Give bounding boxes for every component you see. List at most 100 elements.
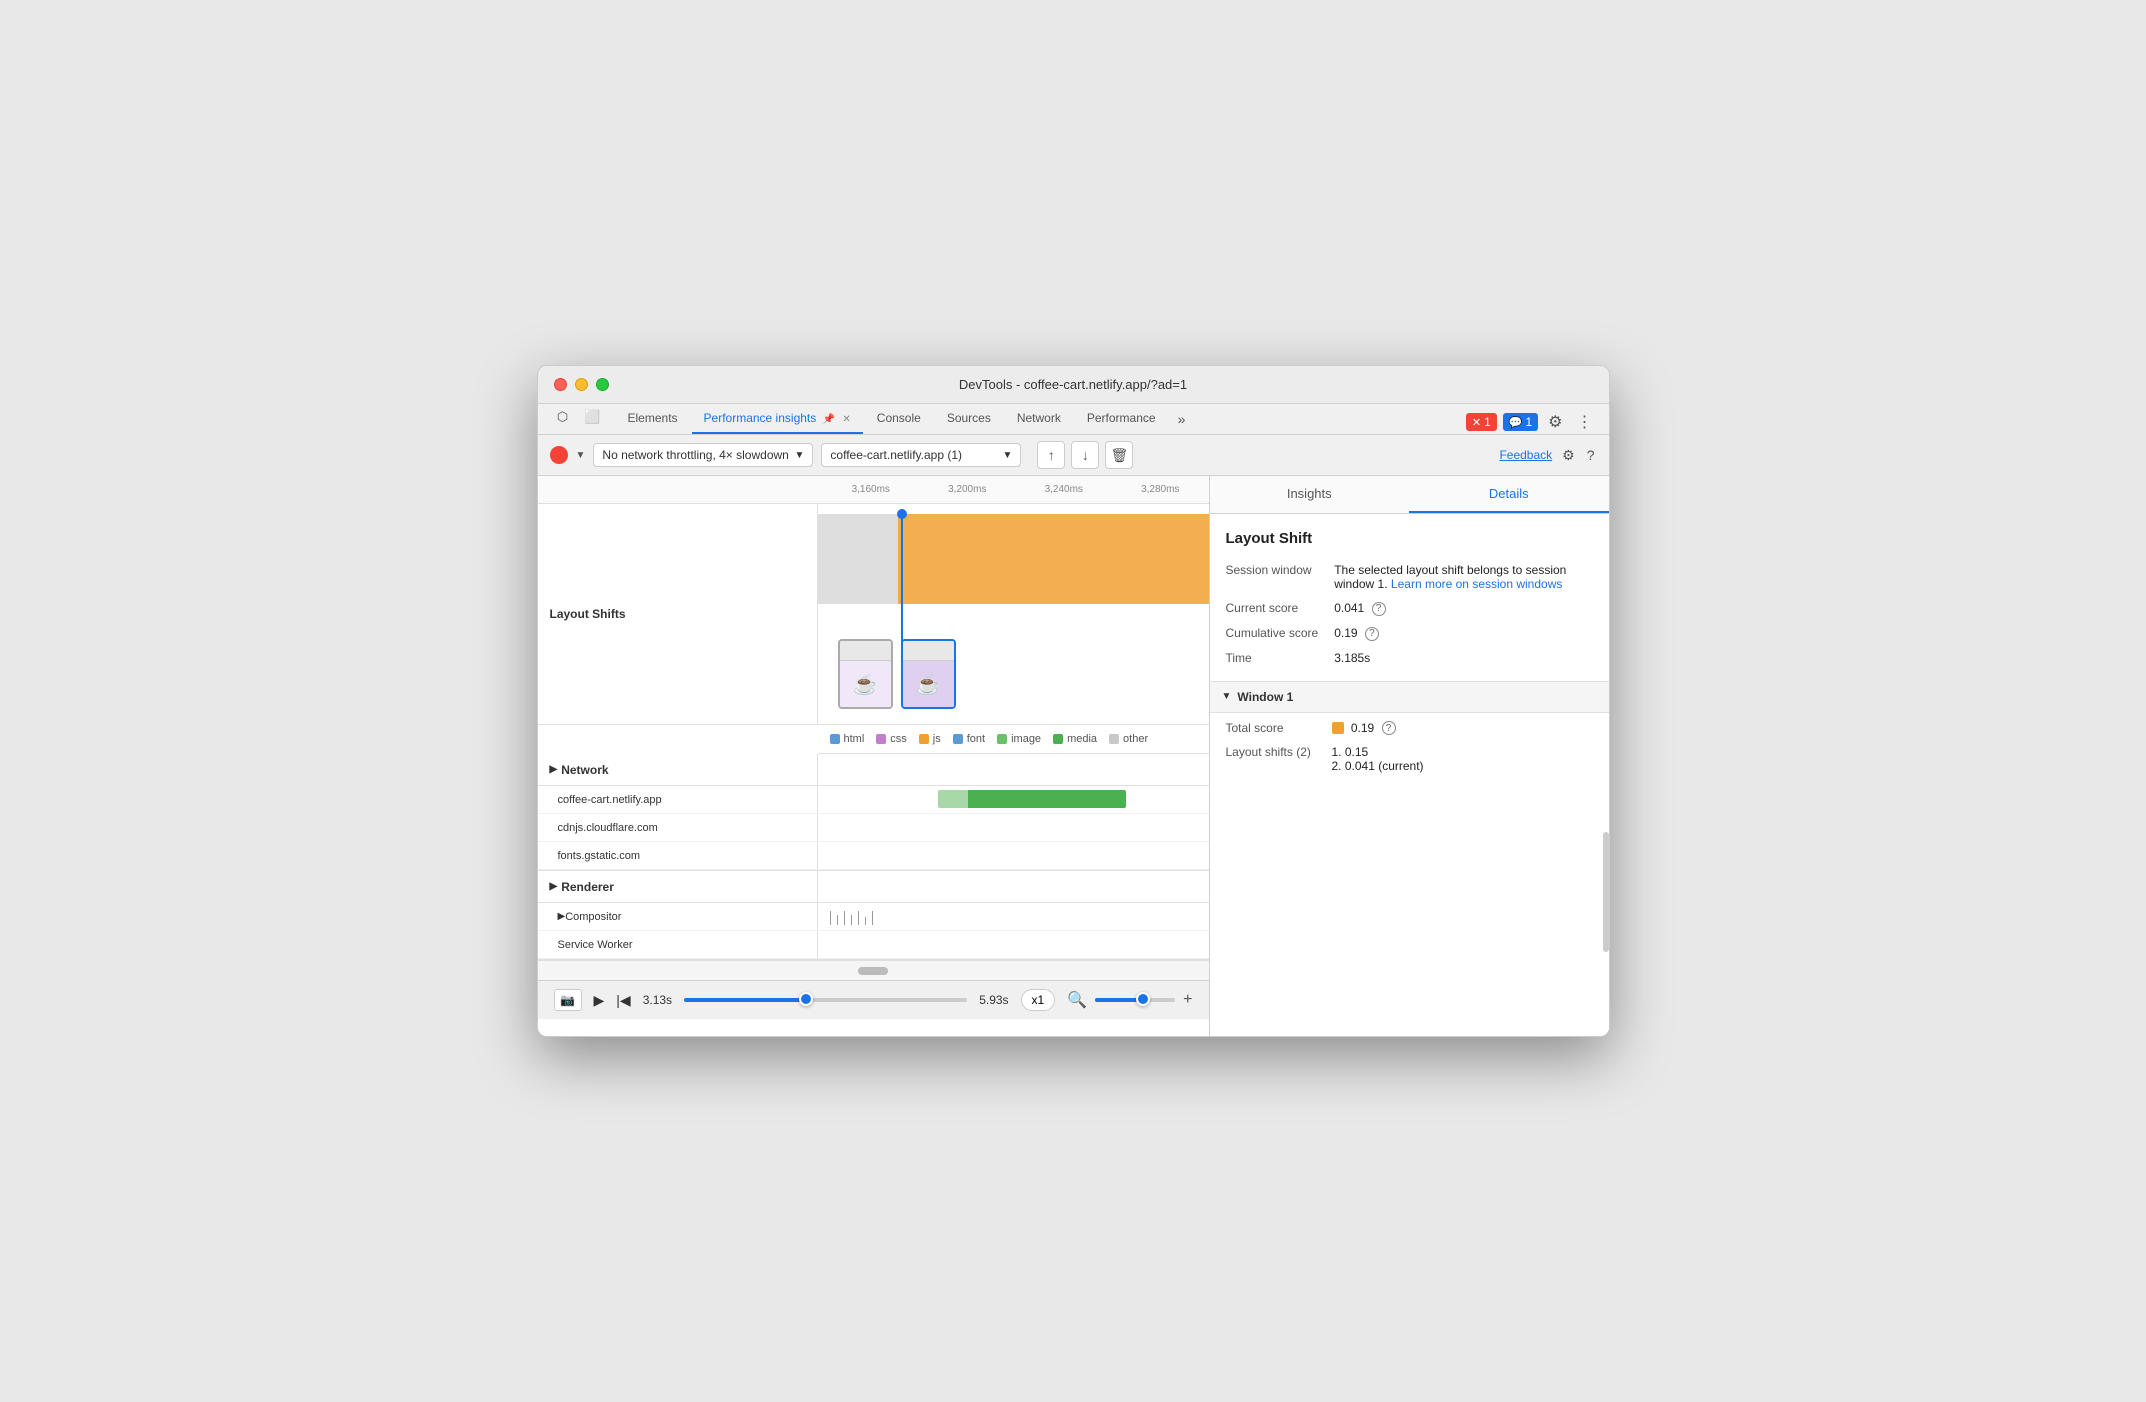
settings-icon[interactable]: ⚙	[1544, 410, 1566, 434]
ls-header-row: Layout Shifts	[538, 504, 1209, 724]
timeline-handle[interactable]	[799, 992, 813, 1006]
tick-3	[844, 911, 845, 925]
renderer-header-left: ▶ Renderer	[538, 871, 818, 902]
font-dot	[953, 734, 963, 744]
tick-6	[865, 917, 866, 925]
service-worker-label: Service Worker	[538, 931, 818, 958]
marker-dot	[897, 509, 907, 519]
message-badge[interactable]: 💬 1	[1503, 413, 1538, 431]
network-bar-3	[818, 842, 1209, 869]
error-badge[interactable]: ✕ 1	[1466, 413, 1497, 431]
upload-button[interactable]: ↑	[1037, 441, 1065, 469]
legend-css: css	[876, 733, 907, 745]
tab-close-icon[interactable]: ✕	[842, 414, 850, 425]
record-button[interactable]	[550, 446, 568, 464]
panel-scrollbar-thumb[interactable]	[1603, 832, 1609, 952]
network-section: ▶ Network coffee-cart.netlify.app cdnjs.…	[538, 754, 1209, 871]
throttle-dropdown[interactable]: No network throttling, 4× slowdown ▼	[593, 443, 813, 467]
url-arrow-icon: ▼	[1003, 450, 1013, 461]
network-url-2: cdnjs.cloudflare.com	[538, 814, 818, 841]
learn-more-link[interactable]: Learn more on session windows	[1391, 577, 1562, 591]
layout-shifts-detail-value: 1. 0.15 2. 0.041 (current)	[1332, 745, 1593, 773]
phone-thumb-before[interactable]: ☕	[838, 639, 893, 709]
network-url-1: coffee-cart.netlify.app	[538, 786, 818, 813]
network-row-2[interactable]: cdnjs.cloudflare.com	[538, 814, 1209, 842]
network-url-3: fonts.gstatic.com	[538, 842, 818, 869]
more-tabs-button[interactable]: »	[1170, 404, 1194, 434]
tab-elements[interactable]: Elements	[616, 404, 690, 434]
timeline-slider[interactable]	[684, 998, 967, 1002]
total-score-label: Total score	[1226, 721, 1316, 736]
more-options-icon[interactable]: ⋮	[1573, 410, 1597, 434]
tab-insights[interactable]: Insights	[1210, 476, 1410, 513]
total-score-help-icon[interactable]: ?	[1382, 721, 1396, 735]
renderer-header: ▶ Renderer	[538, 871, 1209, 903]
speed-button[interactable]: x1	[1021, 989, 1056, 1011]
net-bar-waiting	[938, 790, 968, 808]
tab-performance[interactable]: Performance	[1075, 404, 1168, 434]
renderer-expand-icon[interactable]: ▶	[550, 881, 558, 892]
device-icon[interactable]: ⬜	[580, 404, 606, 430]
total-score-value: 0.19 ?	[1332, 721, 1593, 736]
panel-section-title: Layout Shift	[1226, 530, 1593, 547]
tab-bar: ⬡ ⬜ Elements Performance insights 📌 ✕ Co…	[538, 404, 1609, 435]
record-arrow[interactable]: ▼	[576, 450, 586, 461]
compositor-row[interactable]: ▶ Compositor	[538, 903, 1209, 931]
compositor-ticks	[826, 907, 1201, 925]
zoom-slider[interactable]	[1095, 998, 1175, 1002]
url-dropdown[interactable]: coffee-cart.netlify.app (1) ▼	[821, 443, 1021, 467]
toolbar2-actions: ↑ ↓ 🗑	[1037, 441, 1133, 469]
close-button[interactable]	[554, 378, 567, 391]
compositor-label: ▶ Compositor	[538, 903, 818, 930]
tab-console[interactable]: Console	[865, 404, 933, 434]
zoom-out-icon[interactable]: 🔍	[1067, 990, 1087, 1010]
skip-button[interactable]: |◀	[616, 992, 630, 1009]
title-bar: DevTools - coffee-cart.netlify.app/?ad=1	[538, 366, 1609, 404]
zoom-in-icon[interactable]: +	[1183, 991, 1192, 1009]
tab-network[interactable]: Network	[1005, 404, 1073, 434]
tab-details[interactable]: Details	[1409, 476, 1609, 513]
msg-icon: 💬	[1509, 416, 1523, 429]
screenshot-button[interactable]: 📷	[554, 989, 582, 1011]
delete-button[interactable]: 🗑	[1105, 441, 1133, 469]
traffic-lights	[554, 378, 609, 391]
inspect-icon[interactable]: ⬡	[550, 404, 576, 430]
zoom-handle[interactable]	[1136, 992, 1150, 1006]
play-button[interactable]: ▶	[594, 992, 605, 1009]
network-row-3[interactable]: fonts.gstatic.com	[538, 842, 1209, 870]
legend-row: html css js font image	[818, 725, 1209, 754]
cumulative-score-label: Cumulative score	[1226, 626, 1319, 641]
tick-5	[858, 911, 859, 925]
timeline-panel: 3,160ms 3,200ms 3,240ms 3,280ms Layout S…	[538, 476, 1209, 1036]
net-bar-container-1	[826, 790, 1201, 808]
maximize-button[interactable]	[596, 378, 609, 391]
window-section-header: ▼ Window 1	[1210, 681, 1609, 713]
minimize-button[interactable]	[575, 378, 588, 391]
current-score-label: Current score	[1226, 601, 1319, 616]
settings-button[interactable]: ⚙	[1560, 445, 1577, 466]
network-row-1[interactable]: coffee-cart.netlify.app	[538, 786, 1209, 814]
marker-line	[901, 509, 903, 649]
window-expand-icon[interactable]: ▼	[1222, 691, 1232, 702]
feedback-button[interactable]: Feedback	[1499, 448, 1552, 462]
network-header-left: ▶ Network	[538, 754, 818, 785]
time-start: 3.13s	[643, 993, 672, 1007]
legend-media: media	[1053, 733, 1097, 745]
tick-2	[837, 915, 838, 925]
compositor-expand-icon[interactable]: ▶	[558, 911, 566, 922]
tick-7	[872, 911, 873, 925]
image-dot	[997, 734, 1007, 744]
current-score-help-icon[interactable]: ?	[1372, 602, 1386, 616]
help-button[interactable]: ?	[1585, 445, 1597, 465]
download-button[interactable]: ↓	[1071, 441, 1099, 469]
phone-thumb-after[interactable]: ☕	[901, 639, 956, 709]
network-expand-icon[interactable]: ▶	[550, 764, 558, 775]
layout-shifts-content[interactable]: ☕ ☕	[818, 504, 1209, 724]
cumulative-score-help-icon[interactable]: ?	[1365, 627, 1379, 641]
scroll-area[interactable]	[538, 960, 1209, 980]
tick-1	[830, 911, 831, 925]
service-worker-row[interactable]: Service Worker	[538, 931, 1209, 959]
scroll-thumb[interactable]	[858, 967, 888, 975]
tab-sources[interactable]: Sources	[935, 404, 1003, 434]
tab-performance-insights[interactable]: Performance insights 📌 ✕	[692, 404, 863, 434]
